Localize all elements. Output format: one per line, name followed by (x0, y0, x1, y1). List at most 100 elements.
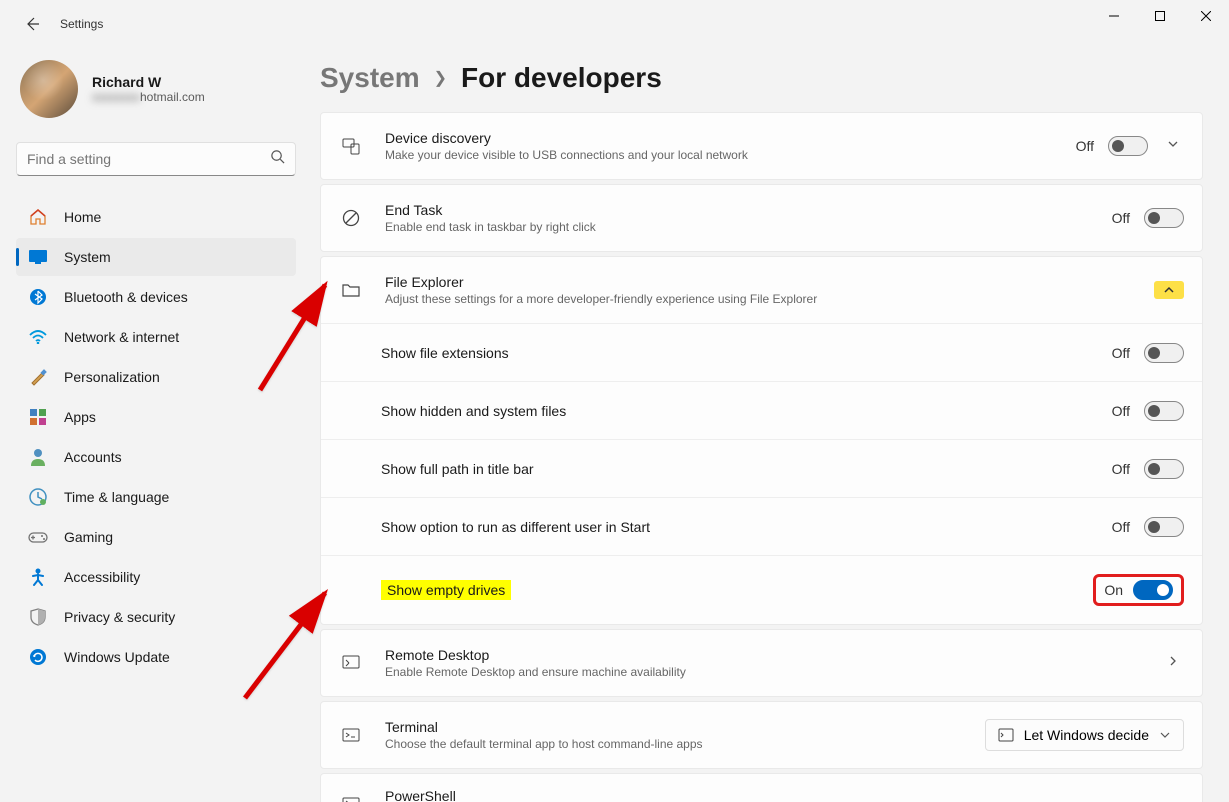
close-button[interactable] (1183, 0, 1229, 32)
sidebar-item-label: Gaming (64, 529, 113, 545)
setting-title: End Task (385, 202, 1112, 218)
apps-icon (28, 407, 48, 427)
home-icon (28, 207, 48, 227)
wifi-icon (28, 327, 48, 347)
sidebar-item-apps[interactable]: Apps (16, 398, 296, 436)
profile-block[interactable]: Richard W xxxxxxxxhotmail.com (16, 56, 310, 134)
toggle-end-task[interactable] (1144, 208, 1184, 228)
toggle-show-empty-drives[interactable] (1133, 580, 1173, 600)
system-icon (28, 247, 48, 267)
minimize-button[interactable] (1091, 0, 1137, 32)
setting-terminal: Terminal Choose the default terminal app… (321, 702, 1202, 768)
sidebar-item-label: Home (64, 209, 101, 225)
sidebar-item-label: Network & internet (64, 329, 179, 345)
profile-name: Richard W (92, 74, 205, 90)
terminal-dropdown[interactable]: Let Windows decide (985, 719, 1184, 751)
search-icon (270, 149, 285, 169)
maximize-icon (1155, 11, 1165, 21)
search-input[interactable] (27, 151, 270, 167)
powershell-icon (339, 795, 363, 802)
sidebar-item-home[interactable]: Home (16, 198, 296, 236)
setting-desc: Enable Remote Desktop and ensure machine… (385, 665, 1162, 679)
toggle-show-full-path[interactable] (1144, 459, 1184, 479)
person-icon (28, 447, 48, 467)
setting-title: Device discovery (385, 130, 1076, 146)
terminal-small-icon (998, 728, 1014, 742)
sidebar-item-label: Apps (64, 409, 96, 425)
setting-file-explorer[interactable]: File Explorer Adjust these settings for … (321, 257, 1202, 323)
sidebar-item-privacy-security[interactable]: Privacy & security (16, 598, 296, 636)
setting-title: PowerShell (385, 788, 1184, 802)
chevron-down-icon[interactable] (1162, 133, 1184, 160)
setting-show-extensions: Show file extensions Off (321, 323, 1202, 381)
sidebar-item-bluetooth-devices[interactable]: Bluetooth & devices (16, 278, 296, 316)
close-icon (1201, 11, 1211, 21)
setting-device-discovery[interactable]: Device discovery Make your device visibl… (321, 113, 1202, 179)
update-icon (28, 647, 48, 667)
game-icon (28, 527, 48, 547)
setting-title: Show hidden and system files (381, 403, 1112, 419)
sidebar-item-label: Privacy & security (64, 609, 175, 625)
chevron-down-icon (1159, 729, 1171, 741)
setting-title: Show file extensions (381, 345, 1112, 361)
page-title: For developers (461, 62, 662, 94)
access-icon (28, 567, 48, 587)
shield-icon (28, 607, 48, 627)
profile-email: xxxxxxxxhotmail.com (92, 90, 205, 104)
toggle-label: On (1104, 582, 1123, 598)
toggle-device-discovery[interactable] (1108, 136, 1148, 156)
toggle-label: Off (1112, 519, 1130, 535)
setting-title: File Explorer (385, 274, 1154, 290)
setting-desc: Choose the default terminal app to host … (385, 737, 985, 751)
block-icon (339, 209, 363, 227)
setting-end-task[interactable]: End Task Enable end task in taskbar by r… (321, 185, 1202, 251)
sidebar-item-windows-update[interactable]: Windows Update (16, 638, 296, 676)
clock-icon (28, 487, 48, 507)
sidebar-item-gaming[interactable]: Gaming (16, 518, 296, 556)
setting-desc: Enable end task in taskbar by right clic… (385, 220, 1112, 234)
toggle-label: Off (1112, 210, 1130, 226)
setting-desc: Adjust these settings for a more develop… (385, 292, 1154, 306)
dropdown-label: Let Windows decide (1024, 727, 1149, 743)
breadcrumb-parent[interactable]: System (320, 62, 420, 94)
toggle-show-extensions[interactable] (1144, 343, 1184, 363)
setting-title: Show empty drives (381, 580, 1093, 600)
setting-title: Terminal (385, 719, 985, 735)
setting-powershell[interactable]: PowerShell Turn on these settings to exe… (321, 774, 1202, 802)
toggle-run-as-user[interactable] (1144, 517, 1184, 537)
setting-title: Show option to run as different user in … (381, 519, 1112, 535)
sidebar-item-label: Accessibility (64, 569, 140, 585)
bluetooth-icon (28, 287, 48, 307)
folder-icon (339, 281, 363, 299)
sidebar-item-label: Bluetooth & devices (64, 289, 188, 305)
device-discovery-icon (339, 136, 363, 156)
sidebar-item-accounts[interactable]: Accounts (16, 438, 296, 476)
terminal-icon (339, 726, 363, 744)
sidebar-item-label: System (64, 249, 111, 265)
setting-title: Show full path in title bar (381, 461, 1112, 477)
arrow-left-icon (24, 16, 40, 32)
toggle-label: Off (1112, 403, 1130, 419)
maximize-button[interactable] (1137, 0, 1183, 32)
paint-icon (28, 367, 48, 387)
chevron-up-icon[interactable] (1154, 281, 1184, 299)
sidebar-item-label: Accounts (64, 449, 122, 465)
window-title: Settings (60, 17, 103, 31)
sidebar-item-personalization[interactable]: Personalization (16, 358, 296, 396)
sidebar-item-label: Windows Update (64, 649, 170, 665)
back-button[interactable] (16, 8, 48, 40)
sidebar-item-label: Time & language (64, 489, 169, 505)
breadcrumb: System ❯ For developers (320, 62, 1203, 94)
search-box[interactable] (16, 142, 296, 176)
toggle-show-hidden[interactable] (1144, 401, 1184, 421)
setting-remote-desktop[interactable]: Remote Desktop Enable Remote Desktop and… (321, 630, 1202, 696)
sidebar-item-network-internet[interactable]: Network & internet (16, 318, 296, 356)
toggle-label: Off (1112, 345, 1130, 361)
sidebar-item-accessibility[interactable]: Accessibility (16, 558, 296, 596)
setting-show-empty-drives: Show empty drives On (321, 555, 1202, 624)
main-content: System ❯ For developers Device discovery… (310, 48, 1229, 802)
chevron-right-icon[interactable] (1162, 650, 1184, 677)
sidebar-item-system[interactable]: System (16, 238, 296, 276)
sidebar-item-time-language[interactable]: Time & language (16, 478, 296, 516)
setting-show-full-path: Show full path in title bar Off (321, 439, 1202, 497)
